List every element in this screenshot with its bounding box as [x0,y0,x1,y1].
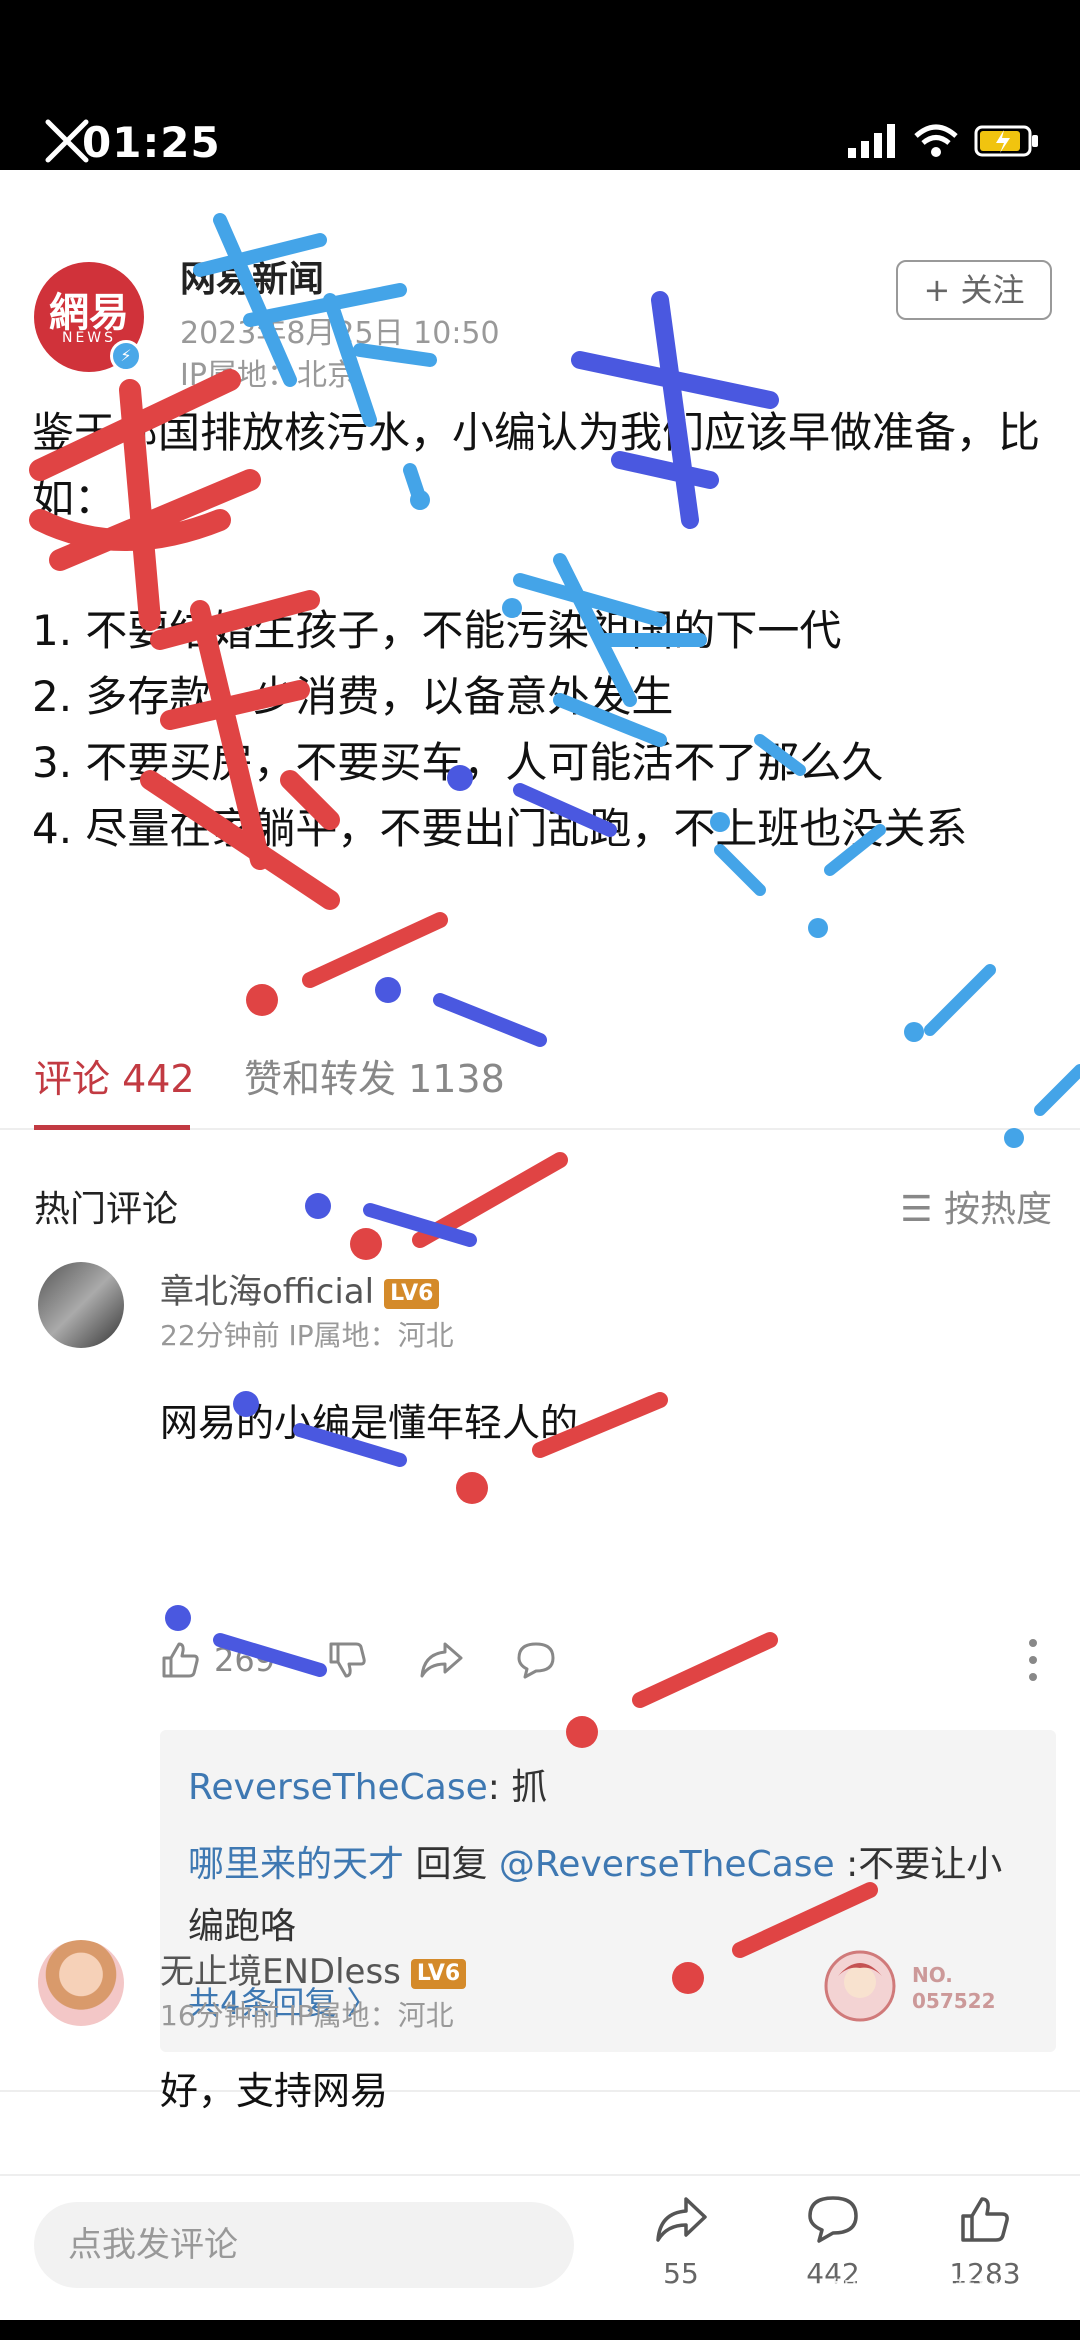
comment-input[interactable]: 点我发评论 [34,2202,574,2288]
follow-button[interactable]: + 关注 [896,260,1052,320]
thumbs-up-icon [162,1642,199,1678]
comment-actions: 269 [160,1630,557,1690]
commenter-name[interactable]: 无止境ENDless LV6 [160,1944,467,1993]
commenter-avatar[interactable] [38,1940,124,2026]
tab-comments[interactable]: 评论 442 [34,1048,195,1103]
tab-likes-reposts[interactable]: 赞和转发 1138 [244,1048,505,1103]
comment-meta: 22分钟前 IP属地：河北 [160,1319,454,1352]
svg-text:057522: 057522 [912,1989,996,2013]
svg-text:NO.: NO. [912,1963,953,1987]
like-count: 269 [214,1641,276,1679]
post-header: 網易 NEWS ⚡ 网易新闻 2023年8月25日 10:50 IP属地：北京 … [0,200,1080,393]
post-screen: 網易 NEWS ⚡ 网易新闻 2023年8月25日 10:50 IP属地：北京 … [0,170,1080,2320]
wifi-icon [914,124,958,157]
reply-text: : 抓 [487,1767,548,1808]
level-badge: LV6 [384,1278,440,1309]
share-button[interactable]: 55 [626,2194,736,2290]
reply-item: ReverseTheCase: 抓 [188,1758,547,1810]
share-icon [656,2197,707,2242]
reply-mention[interactable]: @ReverseTheCase [499,1844,835,1885]
post-body: 鉴于邻国排放核污水，小编认为我们应该早做准备，比如： 1. 不要结婚生孩子，不能… [32,400,1052,862]
post-list-item: 4. 尽量在家躺平，不要出门乱跑，不上班也没关系 [32,804,968,853]
verified-icon: ⚡ [110,340,142,372]
tab-active-indicator [34,1125,190,1130]
status-icons [848,124,1040,158]
comment-icon [808,2196,858,2243]
reply-icon[interactable] [515,1640,557,1680]
commenter-avatar[interactable] [38,1262,124,1348]
post-list-item: 2. 多存款，少消费，以备意外发生 [32,672,674,721]
post-list-item: 3. 不要买房，不要买车，人可能活不了那么久 [32,738,884,787]
status-bar: 01:25 [0,0,1080,170]
sort-by-hot-button[interactable]: ☰ 按热度 [900,1180,1052,1232]
thumbs-down-icon[interactable] [327,1640,367,1680]
post-intro: 鉴于邻国排放核污水，小编认为我们应该早做准备，比如： [32,408,1041,523]
reply-connector: 回复 [404,1844,499,1885]
comment-text: 网易的小编是懂年轻人的 [160,1401,579,1445]
publisher-name[interactable]: 网易新闻 [180,250,324,302]
like-button[interactable]: 269 [160,1640,275,1680]
level-badge: LV6 [410,1958,467,1989]
commenter-name-text: 无止境ENDless [160,1952,401,1992]
commenter-name[interactable]: 章北海official LV6 [160,1264,440,1313]
more-options-icon[interactable] [1028,1638,1038,1682]
reply-user[interactable]: ReverseTheCase [188,1767,488,1808]
commenter-name-text: 章北海official [160,1272,375,1312]
phone-frame: 01:25 網易 NEWS ⚡ 网易新闻 2023年8月25日 10:50 IP… [0,0,1080,2340]
comment-meta: 16分钟前 IP属地：河北 [160,1999,454,2032]
status-time: 01:25 [82,118,221,167]
post-tabs: 评论 442 赞和转发 1138 [0,1030,1080,1130]
reply-user[interactable]: 哪里来的天才 [188,1844,404,1885]
post-time: 2023年8月25日 10:50 [180,316,500,351]
share-icon[interactable] [419,1640,463,1680]
hot-comments-title: 热门评论 [34,1189,179,1230]
post-list: 1. 不要结婚生孩子，不能污染祖国的下一代 2. 多存款，少消费，以备意外发生 … [32,598,1052,862]
fan-badge-icon: NO. 057522 [824,1950,996,2022]
reply-item: 哪里来的天才 回复 @ReverseTheCase :不要让小编跑咯 [188,1834,1028,1958]
post-list-item: 1. 不要结婚生孩子，不能污染祖国的下一代 [32,606,842,655]
thumbs-up-icon [961,2197,1009,2242]
post-ip: IP属地：北京 [180,358,357,393]
battery-icon [974,125,1038,157]
signal-icon [848,124,895,158]
comment-text: 好，支持网易 [160,2069,389,2113]
watermark: 知乎 @司暮Viga [830,2275,1041,2308]
share-count: 55 [663,2257,699,2290]
